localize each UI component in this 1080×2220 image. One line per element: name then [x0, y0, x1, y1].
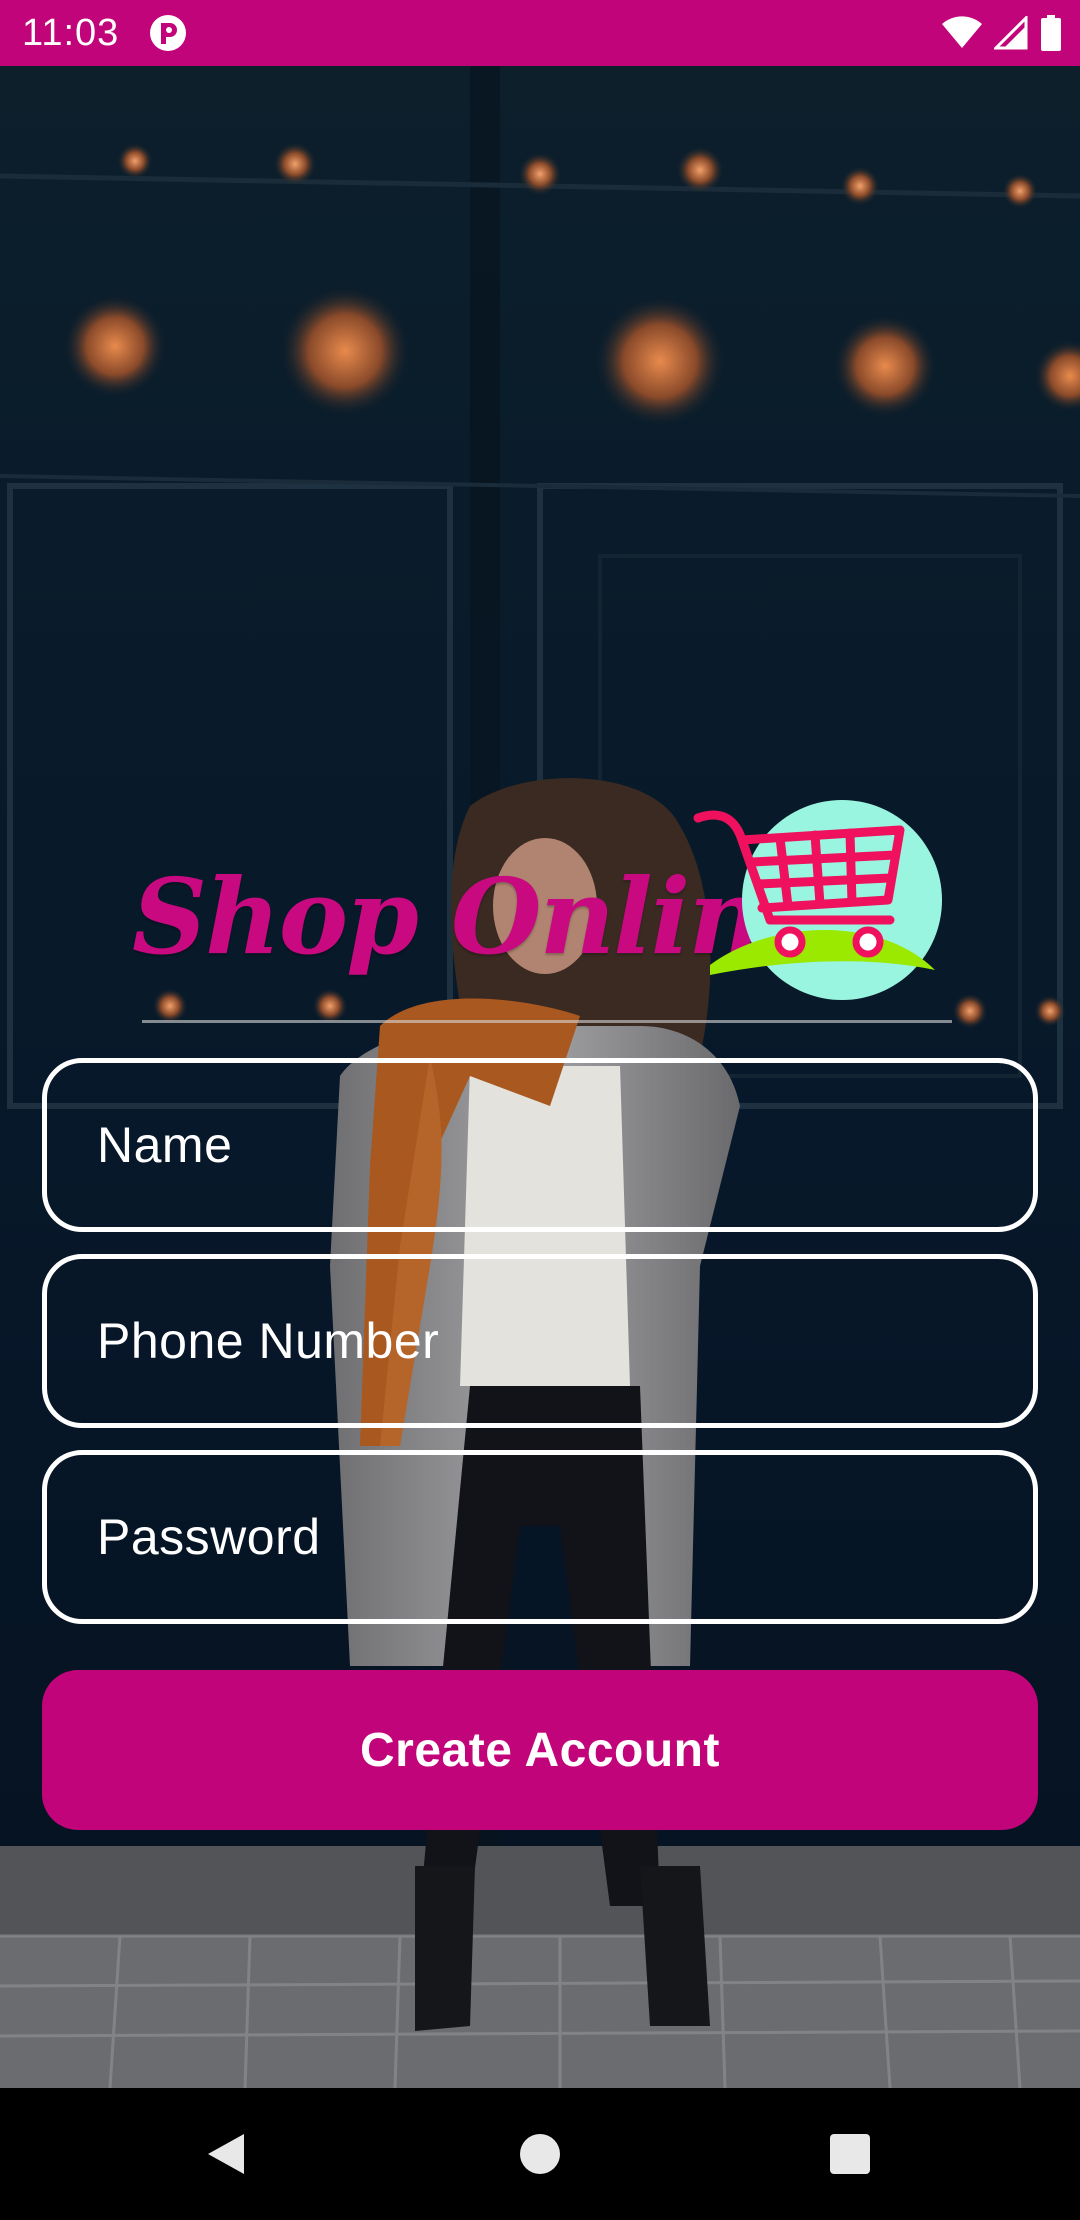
- signup-screen: 11:03 Shop Online Name Phone Number Pass…: [0, 0, 1080, 2220]
- recents-button[interactable]: [790, 2088, 910, 2220]
- phone-number-placeholder: Phone Number: [97, 1313, 440, 1369]
- password-input[interactable]: Password: [42, 1450, 1038, 1624]
- system-nav-bar: [0, 2088, 1080, 2220]
- status-time: 11:03: [22, 12, 120, 54]
- shop-online-logo: Shop Online: [120, 800, 980, 1030]
- name-input[interactable]: Name: [42, 1058, 1038, 1232]
- recents-icon: [830, 2134, 870, 2174]
- cell-signal-icon: [994, 16, 1028, 50]
- create-account-button[interactable]: Create Account: [42, 1670, 1038, 1830]
- phone-number-input[interactable]: Phone Number: [42, 1254, 1038, 1428]
- logo-divider: [142, 1020, 952, 1023]
- app-notification-icon: [150, 15, 186, 51]
- shopping-cart-icon: [693, 800, 942, 1000]
- wifi-icon: [942, 16, 982, 48]
- status-bar: 11:03: [0, 0, 1080, 66]
- back-icon: [208, 2134, 244, 2174]
- status-icons: [942, 14, 1062, 52]
- battery-icon: [1041, 15, 1061, 51]
- home-icon: [520, 2134, 560, 2174]
- password-placeholder: Password: [97, 1509, 321, 1565]
- back-button[interactable]: [166, 2088, 286, 2220]
- name-placeholder: Name: [97, 1117, 233, 1173]
- home-button[interactable]: [480, 2088, 600, 2220]
